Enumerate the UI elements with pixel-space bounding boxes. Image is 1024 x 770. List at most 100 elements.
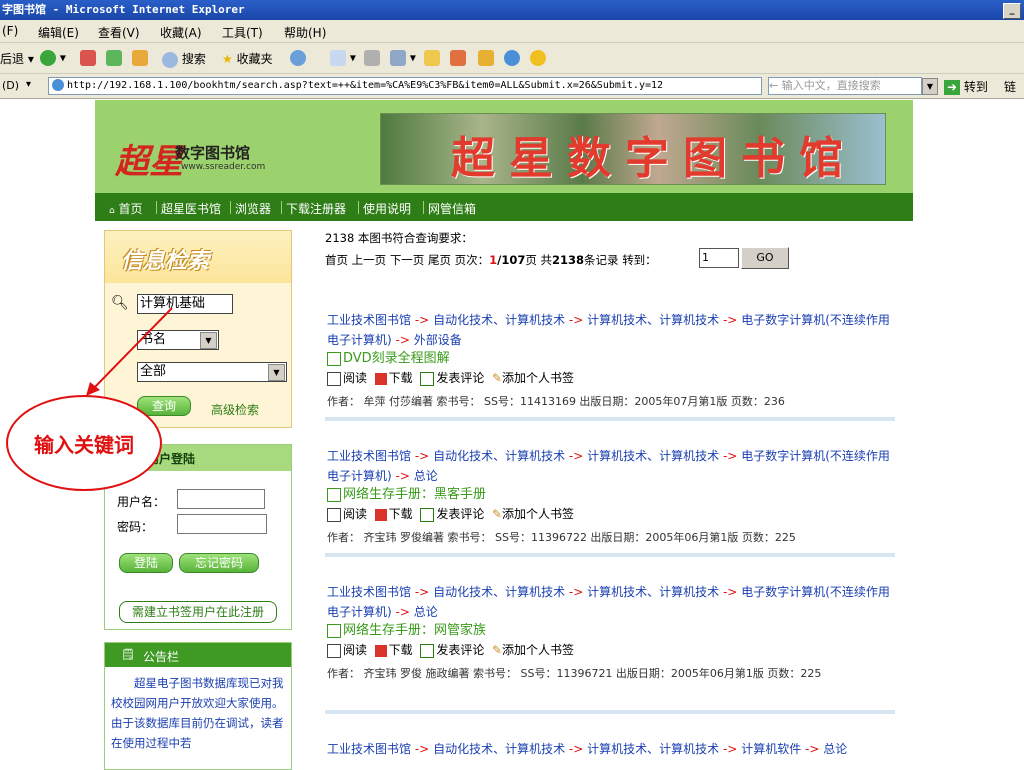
- download-action[interactable]: 下载: [374, 371, 413, 385]
- keyword-input[interactable]: 计算机基础: [137, 294, 233, 314]
- scope-select[interactable]: 全部 ▼: [137, 362, 287, 382]
- path-arrow: ->: [568, 449, 584, 463]
- pencil-icon: ✎: [491, 507, 503, 521]
- path-arrow: ->: [722, 313, 738, 327]
- comment-action[interactable]: 发表评论: [420, 371, 484, 386]
- register-button[interactable]: 需建立书签用户在此注册: [119, 601, 277, 623]
- keyword-value: 计算机基础: [140, 296, 206, 311]
- logo-big-text: 超星: [115, 142, 183, 182]
- category-link[interactable]: 工业技术图书馆: [327, 742, 411, 756]
- site-logo[interactable]: 超星 数字图书馆 www.ssreader.com: [115, 120, 305, 182]
- download-action[interactable]: 下载: [374, 507, 413, 521]
- category-link[interactable]: 计算机技术、计算机技术: [587, 742, 719, 756]
- comment-action[interactable]: 发表评论: [420, 507, 484, 522]
- prev-page-link[interactable]: 上一页: [352, 253, 387, 267]
- mail-button[interactable]: ▾: [330, 50, 356, 66]
- book-title[interactable]: 网络生存手册：网管家族: [327, 622, 893, 640]
- menu-help[interactable]: 帮助(H): [284, 24, 326, 41]
- folder-button[interactable]: [424, 50, 440, 66]
- minimize-button[interactable]: _: [1003, 3, 1021, 19]
- category-link[interactable]: 总论: [414, 605, 438, 619]
- search-box[interactable]: ← 输入中文，直接搜索: [768, 77, 922, 95]
- stop-button[interactable]: [80, 50, 96, 66]
- bookmark-action[interactable]: ✎添加个人书签: [492, 371, 574, 385]
- favorites-toolbar-button[interactable]: ★ 收藏夹: [222, 50, 273, 67]
- refresh-icon: [106, 50, 122, 66]
- menu-favorites[interactable]: 收藏(A): [160, 24, 202, 41]
- nav-medical-library[interactable]: 超星医书馆: [161, 200, 221, 217]
- bookmark-action[interactable]: ✎添加个人书签: [492, 507, 574, 521]
- folder-icon: [424, 50, 440, 66]
- stop-icon: [80, 50, 96, 66]
- menu-tools[interactable]: 工具(T): [222, 24, 263, 41]
- refresh-button[interactable]: [106, 50, 122, 66]
- first-page-link[interactable]: 首页: [325, 253, 348, 267]
- category-link[interactable]: 工业技术图书馆: [327, 449, 411, 463]
- home-button[interactable]: [132, 50, 148, 66]
- book-title[interactable]: 网络生存手册：黑客手册: [327, 486, 893, 504]
- category-link[interactable]: 自动化技术、计算机技术: [433, 585, 565, 599]
- nav-instructions[interactable]: 使用说明: [363, 200, 411, 217]
- go-page-button[interactable]: GO: [741, 247, 789, 269]
- qq-button[interactable]: [504, 50, 520, 66]
- nav-admin-mail[interactable]: 网管信箱: [428, 200, 476, 217]
- category-link[interactable]: 总论: [414, 469, 438, 483]
- category-link[interactable]: 计算机技术、计算机技术: [587, 313, 719, 327]
- book-title[interactable]: DVD刻录全程图解: [327, 350, 893, 368]
- login-button[interactable]: 登陆: [119, 553, 173, 573]
- nav-download-register[interactable]: 下载注册器: [286, 200, 346, 217]
- advanced-search-link[interactable]: 高级检索: [211, 401, 259, 418]
- read-action[interactable]: 阅读: [327, 371, 367, 386]
- go-button[interactable]: ➜ 转到: [944, 78, 988, 95]
- total-unit: 条记录: [584, 253, 619, 267]
- category-link[interactable]: 计算机技术、计算机技术: [587, 585, 719, 599]
- category-link[interactable]: 总论: [823, 742, 847, 756]
- tool-button[interactable]: [478, 50, 494, 66]
- back-button[interactable]: 后退 ▾: [0, 50, 34, 67]
- category-link[interactable]: 工业技术图书馆: [327, 313, 411, 327]
- smiley-button[interactable]: [530, 50, 546, 66]
- home-icon: [132, 50, 148, 66]
- bookmark-action[interactable]: ✎添加个人书签: [492, 643, 574, 657]
- nav-browser[interactable]: 浏览器: [235, 200, 271, 217]
- category-link[interactable]: 计算机技术、计算机技术: [587, 449, 719, 463]
- print-button[interactable]: [364, 50, 380, 66]
- category-link[interactable]: 自动化技术、计算机技术: [433, 742, 565, 756]
- path-arrow: ->: [722, 449, 738, 463]
- edit-button[interactable]: ▾: [390, 50, 416, 66]
- category-link[interactable]: 工业技术图书馆: [327, 585, 411, 599]
- history-button[interactable]: [290, 50, 306, 66]
- category-link[interactable]: 自动化技术、计算机技术: [433, 449, 565, 463]
- goto-page-input[interactable]: 1: [699, 248, 739, 268]
- menu-edit[interactable]: 编辑(E): [38, 24, 79, 41]
- messenger-button[interactable]: [450, 50, 466, 66]
- path-arrow: ->: [395, 469, 410, 483]
- password-field[interactable]: [177, 514, 267, 534]
- read-action[interactable]: 阅读: [327, 507, 367, 522]
- category-link[interactable]: 外部设备: [414, 333, 462, 347]
- search-toolbar-button[interactable]: 搜索: [162, 50, 206, 68]
- links-label[interactable]: 链: [1004, 78, 1016, 95]
- address-dropdown-icon[interactable]: ▾: [26, 79, 31, 90]
- read-action[interactable]: 阅读: [327, 643, 367, 658]
- download-action[interactable]: 下载: [374, 643, 413, 657]
- menu-file[interactable]: (F): [2, 24, 18, 38]
- forgot-password-button[interactable]: 忘记密码: [179, 553, 259, 573]
- comment-action[interactable]: 发表评论: [420, 643, 484, 658]
- book-icon: [327, 351, 341, 366]
- field-select[interactable]: 书名 ▼: [137, 330, 219, 350]
- category-link[interactable]: 自动化技术、计算机技术: [433, 313, 565, 327]
- search-box-placeholder: ← 输入中文，直接搜索: [769, 79, 881, 92]
- menu-view[interactable]: 查看(V): [98, 24, 140, 41]
- address-input[interactable]: http://192.168.1.100/bookhtm/search.asp?…: [48, 77, 762, 95]
- nav-home[interactable]: ⌂ 首页: [109, 200, 143, 217]
- total-count: 2138: [552, 253, 585, 267]
- campus-photo-banner: 超星数字图书馆: [380, 113, 886, 185]
- search-dropdown-icon[interactable]: ▼: [922, 78, 938, 95]
- username-field[interactable]: [177, 489, 265, 509]
- next-page-link[interactable]: 下一页: [390, 253, 425, 267]
- result-item: 工业技术图书馆 -> 自动化技术、计算机技术 -> 计算机技术、计算机技术 ->…: [327, 446, 893, 548]
- forward-button[interactable]: ▾: [40, 50, 66, 66]
- category-link[interactable]: 计算机软件: [741, 742, 801, 756]
- last-page-link[interactable]: 尾页: [428, 253, 451, 267]
